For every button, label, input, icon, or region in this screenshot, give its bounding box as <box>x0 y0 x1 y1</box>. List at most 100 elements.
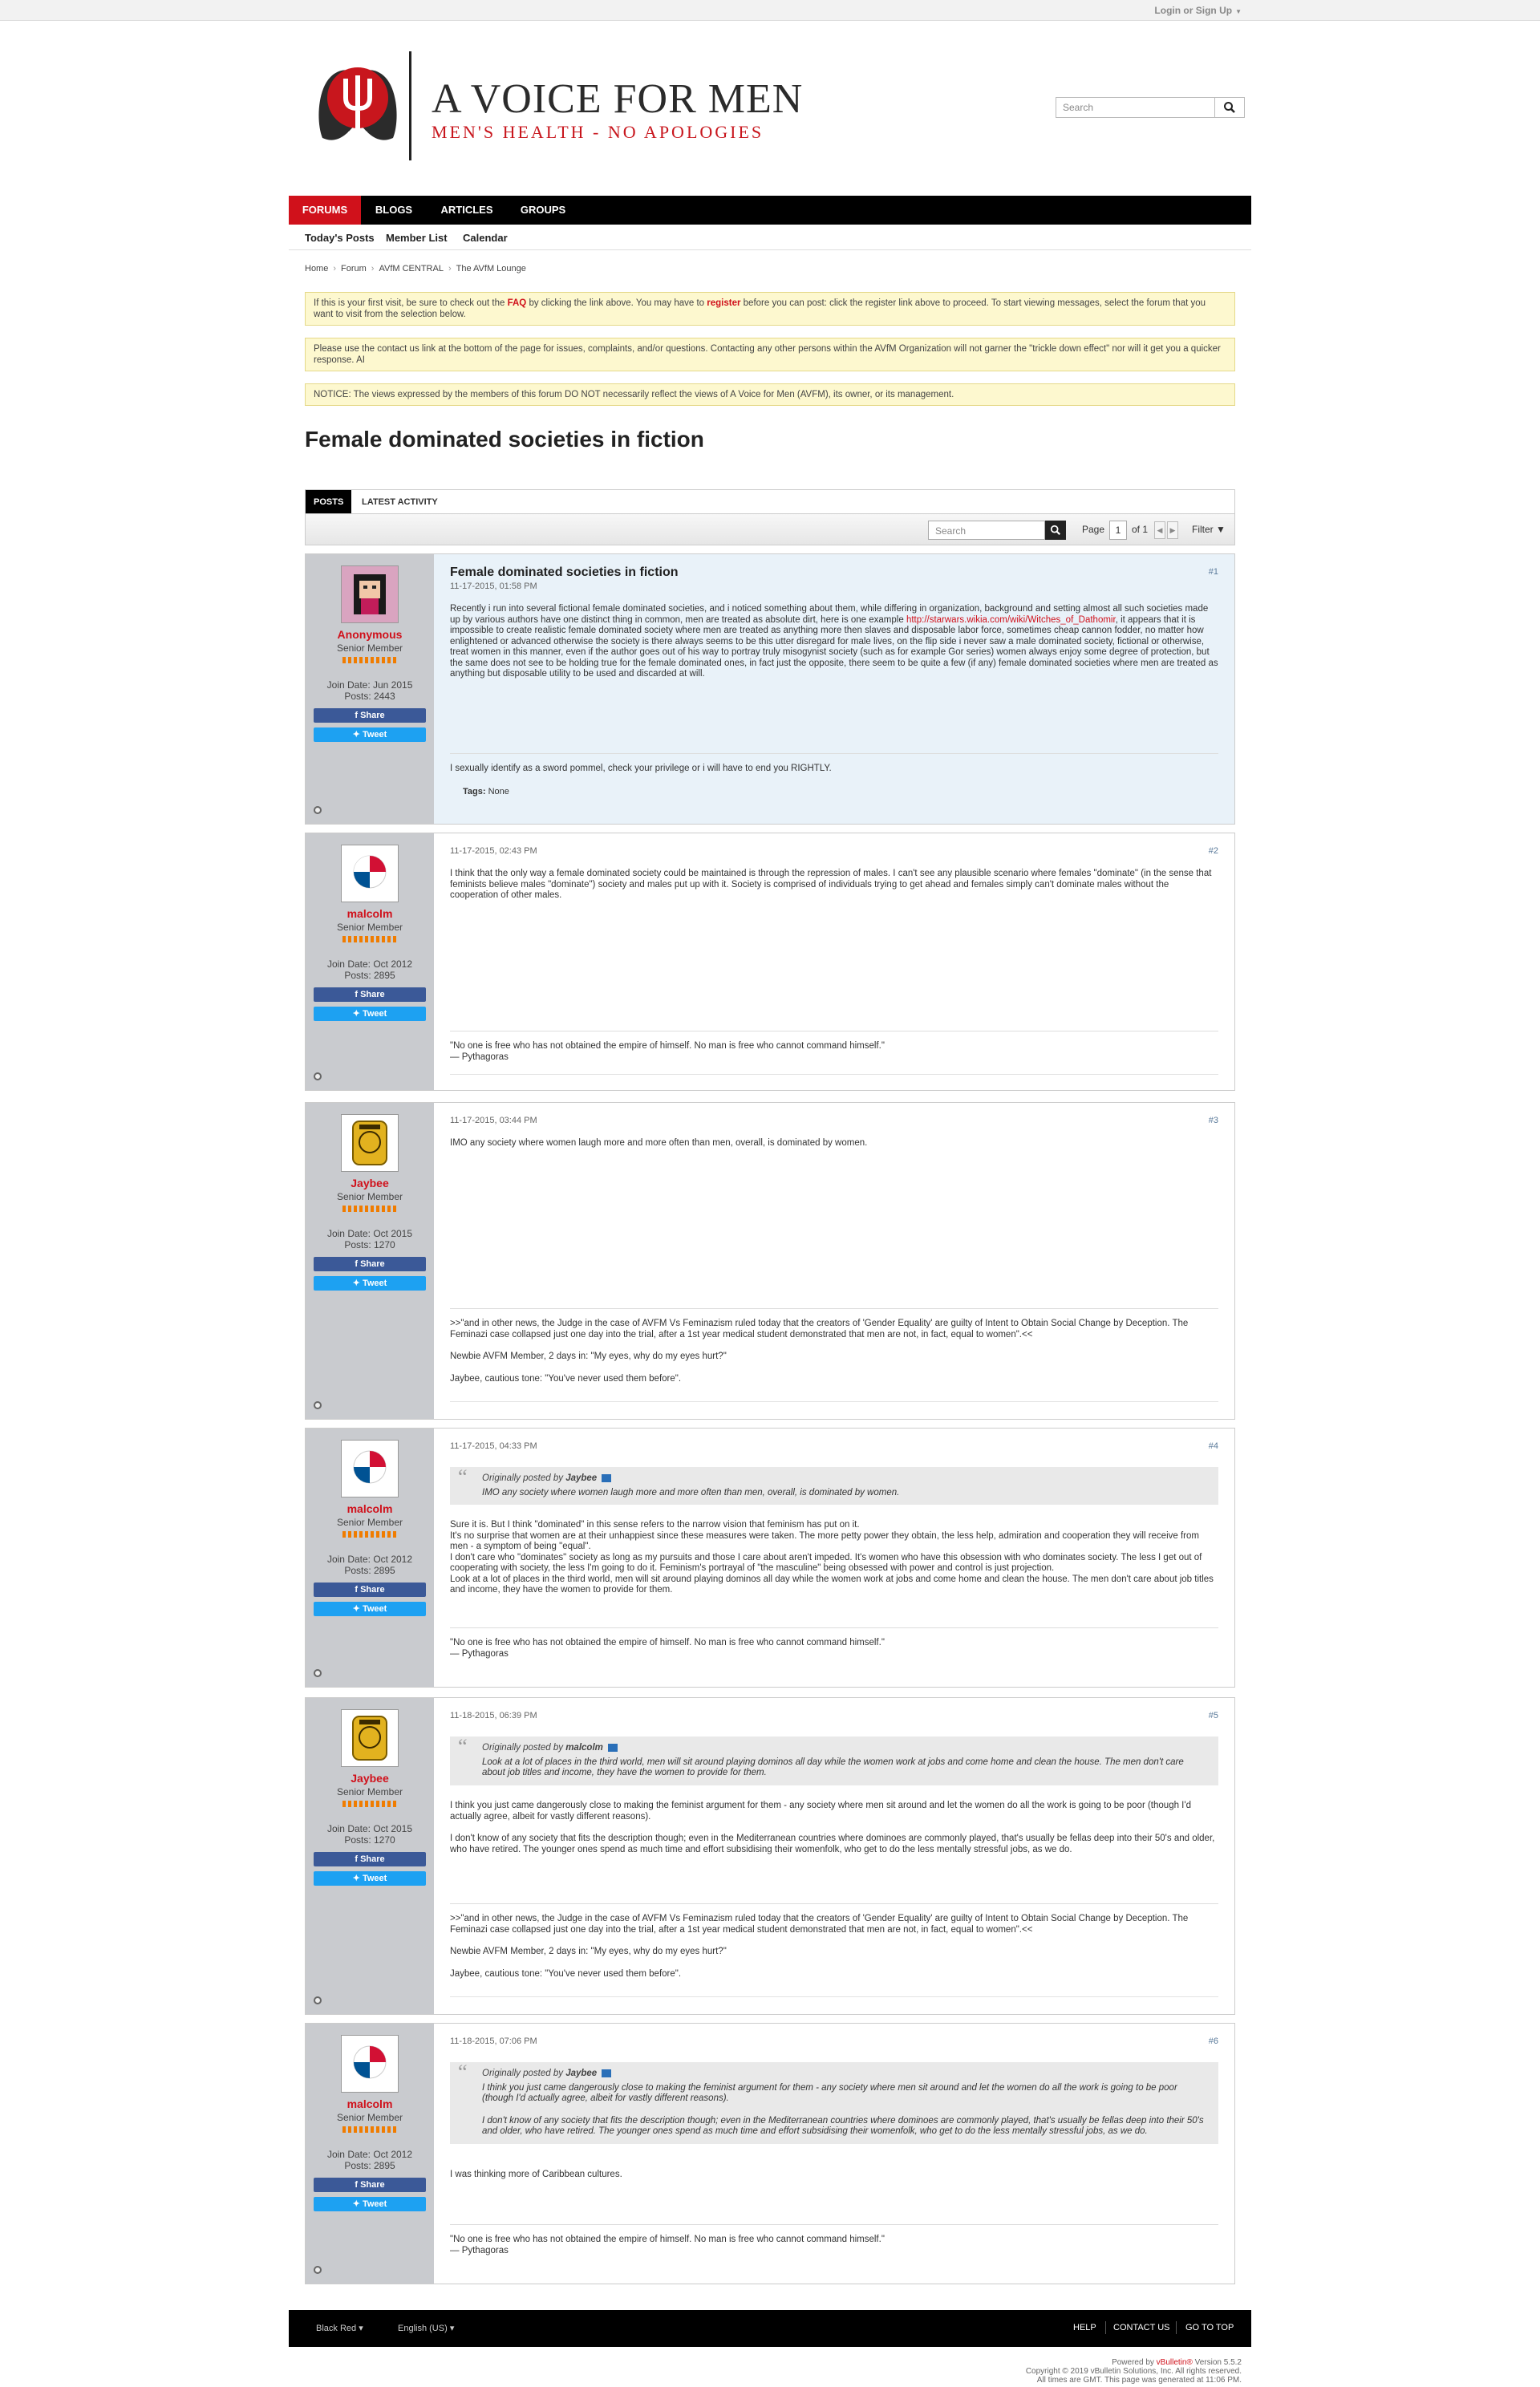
join-date: Join Date: Oct 2015 <box>326 1823 413 1834</box>
subnav-todays-posts[interactable]: Today's Posts <box>305 232 375 244</box>
signature-author: — Pythagoras <box>450 2245 509 2255</box>
username[interactable]: malcolm <box>306 1502 434 1515</box>
avatar-flag-icon <box>342 2036 398 2092</box>
nav-groups[interactable]: GROUPS <box>507 196 579 225</box>
header-search-button[interactable] <box>1214 97 1245 118</box>
avatar[interactable] <box>341 1440 399 1497</box>
tweet-button[interactable]: ✦ Tweet <box>314 1007 426 1021</box>
quote-attribution: Originally posted by Jaybee <box>482 1473 1207 1485</box>
style-selector[interactable]: Black Red ▾ <box>316 2323 363 2333</box>
quote-block: “ Originally posted by Jaybee IMO any so… <box>450 1467 1218 1505</box>
tab-posts[interactable]: POSTS <box>306 490 352 514</box>
footer-contact-link[interactable]: CONTACT US <box>1113 2323 1170 2332</box>
post-number[interactable]: #4 <box>1209 1441 1218 1451</box>
next-page-icon[interactable]: ▶ <box>1167 521 1178 539</box>
filter-dropdown[interactable]: Filter ▼ <box>1192 524 1226 535</box>
post-link[interactable]: http://starwars.wikia.com/wiki/Witches_o… <box>906 615 1116 625</box>
post-number[interactable]: #1 <box>1209 567 1218 577</box>
caret-down-icon: ▾ <box>449 2324 455 2333</box>
post-count: Posts: 1270 <box>344 1834 395 1846</box>
post-number[interactable]: #5 <box>1209 1711 1218 1720</box>
post-count: Posts: 2895 <box>344 970 395 981</box>
view-post-icon[interactable] <box>602 2069 612 2077</box>
notice-first-visit: If this is your first visit, be sure to … <box>305 292 1235 326</box>
faq-link[interactable]: FAQ <box>508 298 527 308</box>
breadcrumb-lounge[interactable]: The AVfM Lounge <box>456 264 526 274</box>
tweet-button[interactable]: ✦ Tweet <box>314 2197 426 2211</box>
nav-forums[interactable]: FORUMS <box>289 196 361 225</box>
search-placeholder: Search <box>1063 102 1094 113</box>
nav-blogs[interactable]: BLOGS <box>361 196 427 225</box>
avatar[interactable] <box>341 1114 399 1172</box>
user-rank: Senior Member <box>336 922 403 933</box>
reputation-bar <box>342 1206 397 1212</box>
avatar[interactable] <box>341 565 399 623</box>
site-logo[interactable]: A VOICE FOR MEN MEN'S HEALTH - NO APOLOG… <box>314 51 802 164</box>
breadcrumb-home[interactable]: Home <box>305 264 328 274</box>
post-number[interactable]: #3 <box>1209 1116 1218 1125</box>
prev-page-icon[interactable]: ◀ <box>1154 521 1165 539</box>
avatar-anonymous-icon <box>342 566 398 622</box>
tweet-button[interactable]: ✦ Tweet <box>314 1871 426 1886</box>
tweet-button[interactable]: ✦ Tweet <box>314 1602 426 1616</box>
avatar[interactable] <box>341 1709 399 1767</box>
reputation-bar <box>342 657 397 663</box>
signature-line: Jaybee, cautious tone: "You've never use… <box>450 1968 682 1979</box>
caret-down-icon: ▼ <box>1216 524 1226 535</box>
twitter-icon: ✦ <box>352 1279 363 1288</box>
subnav-calendar[interactable]: Calendar <box>463 232 508 244</box>
signature-quote: "No one is free who has not obtained the… <box>450 2235 885 2244</box>
post-user-panel: malcolm Senior Member Join Date: Oct 201… <box>306 1429 434 1687</box>
post-5: Jaybee Senior Member Join Date: Oct 2015… <box>305 1697 1235 2015</box>
facebook-share-button[interactable]: f Share <box>314 1583 426 1597</box>
post-title: Female dominated societies in fiction <box>450 565 679 579</box>
avatar-flag-icon <box>342 845 398 902</box>
signature-quote: "No one is free who has not obtained the… <box>450 1638 885 1647</box>
post-user-panel: malcolm Senior Member Join Date: Oct 201… <box>306 2024 434 2284</box>
view-post-icon[interactable] <box>607 1743 618 1752</box>
signature-divider <box>450 1074 1218 1075</box>
breadcrumb-forum[interactable]: Forum <box>341 264 367 274</box>
tweet-button[interactable]: ✦ Tweet <box>314 727 426 742</box>
twitter-icon: ✦ <box>352 730 363 740</box>
post-number[interactable]: #2 <box>1209 846 1218 856</box>
avatar[interactable] <box>341 2035 399 2093</box>
facebook-share-button[interactable]: f Share <box>314 987 426 1002</box>
avatar[interactable] <box>341 845 399 902</box>
footer-top-link[interactable]: GO TO TOP <box>1185 2323 1234 2332</box>
post-count: Posts: 1270 <box>344 1239 395 1250</box>
online-status-icon <box>314 1996 322 2004</box>
post-number[interactable]: #6 <box>1209 2036 1218 2046</box>
post-body: I think you just came dangerously close … <box>450 1801 1215 1854</box>
footer-help-link[interactable]: HELP <box>1073 2323 1096 2332</box>
breadcrumb-avfm-central[interactable]: AVfM CENTRAL <box>379 264 443 274</box>
nav-articles[interactable]: ARTICLES <box>427 196 507 225</box>
language-selector[interactable]: English (US) ▾ <box>398 2323 454 2333</box>
join-date: Join Date: Oct 2012 <box>326 2149 413 2160</box>
online-status-icon <box>314 1072 322 1080</box>
facebook-share-button[interactable]: f Share <box>314 1852 426 1866</box>
post-user-panel: Jaybee Senior Member Join Date: Oct 2015… <box>306 1103 434 1419</box>
avatar-flag-icon <box>342 1441 398 1497</box>
sub-nav: Today's Posts Member List Calendar <box>289 225 1251 250</box>
signature-divider <box>450 1401 1218 1402</box>
facebook-share-button[interactable]: f Share <box>314 2178 426 2192</box>
login-signup-link[interactable]: Login or Sign Up ▼ <box>1154 5 1242 16</box>
username[interactable]: malcolm <box>306 907 434 920</box>
username[interactable]: Jaybee <box>306 1177 434 1189</box>
tab-latest-activity[interactable]: LATEST ACTIVITY <box>354 490 446 514</box>
thread-search-button[interactable] <box>1045 521 1066 540</box>
facebook-share-button[interactable]: f Share <box>314 1257 426 1271</box>
register-link[interactable]: register <box>707 298 740 308</box>
signature-divider <box>450 1996 1218 1997</box>
page-number-input[interactable]: 1 <box>1109 521 1127 540</box>
view-post-icon[interactable] <box>602 1473 612 1482</box>
subnav-member-list[interactable]: Member List <box>386 232 448 244</box>
facebook-share-button[interactable]: f Share <box>314 708 426 723</box>
username[interactable]: Jaybee <box>306 1772 434 1785</box>
tweet-button[interactable]: ✦ Tweet <box>314 1276 426 1291</box>
thread-search-input[interactable]: Search <box>928 521 1045 540</box>
username[interactable]: Anonymous <box>306 628 434 641</box>
vbulletin-link[interactable]: vBulletin® <box>1157 2358 1193 2367</box>
username[interactable]: malcolm <box>306 2097 434 2110</box>
